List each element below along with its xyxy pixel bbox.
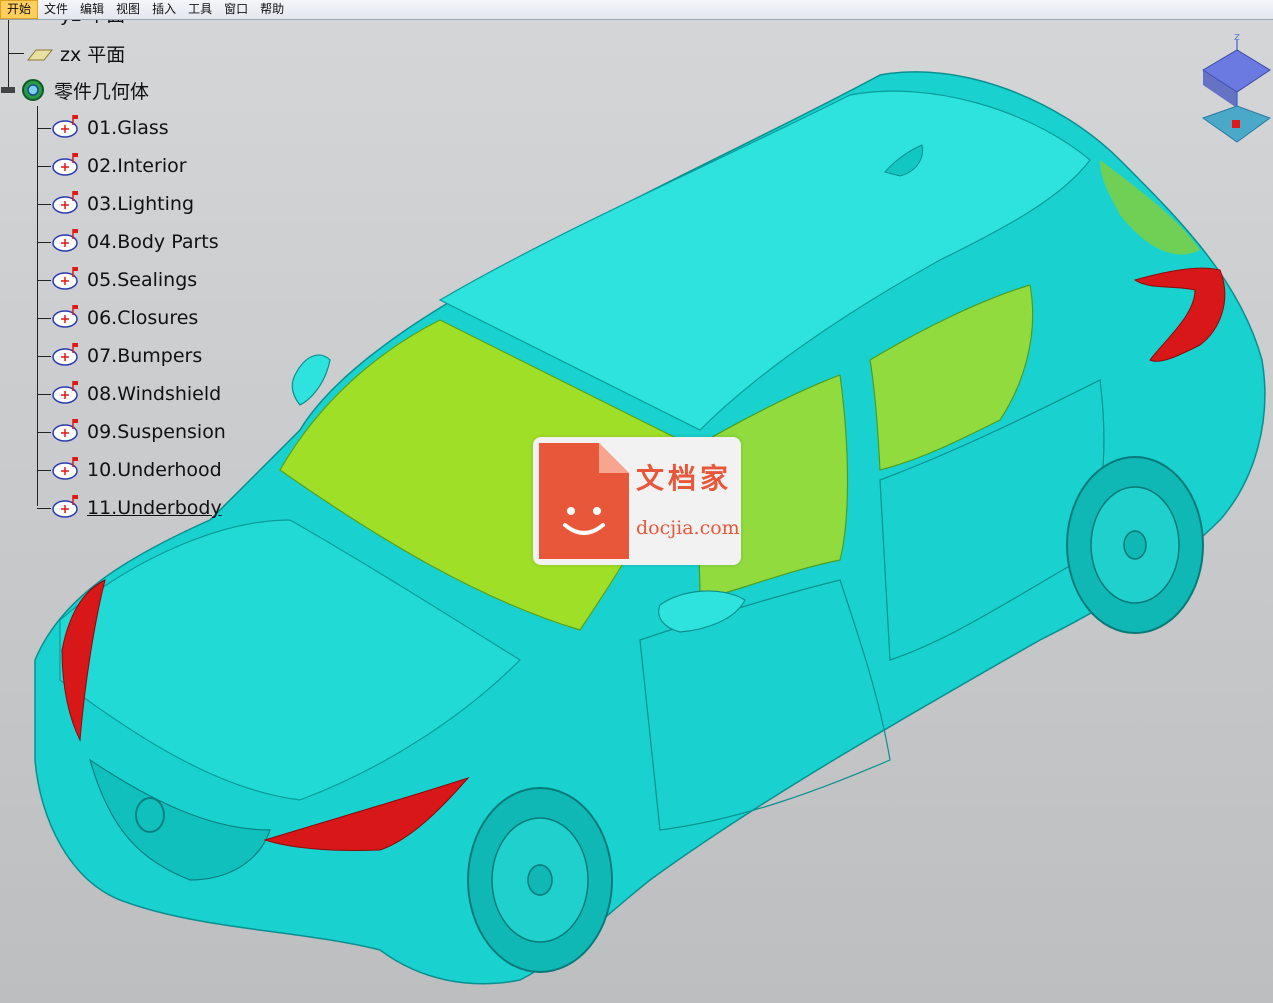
tree-item-label: 03.Lighting (87, 193, 195, 215)
tree-node-item[interactable]: 04.Body Parts (37, 227, 219, 257)
geometrical-set-icon (51, 417, 87, 447)
zx-plane-label: zx 平面 (60, 43, 126, 66)
geometrical-set-icon (51, 455, 87, 485)
geometrical-set-icon (51, 341, 87, 371)
geometrical-set-icon (51, 493, 87, 523)
tree-item-label: 05.Sealings (87, 269, 198, 291)
tree-node-part-body[interactable]: 零件几何体 (0, 75, 149, 105)
tree-node-item[interactable]: 08.Windshield (37, 379, 221, 409)
geometrical-set-icon (51, 189, 87, 219)
tree-node-item[interactable]: 10.Underhood (37, 455, 222, 485)
watermark: 文档家 docjia.com (533, 437, 741, 565)
tree-item-label: 11.Underbody (87, 497, 222, 519)
geometrical-set-icon (51, 303, 87, 333)
menu-item[interactable]: 工具 (182, 0, 218, 19)
tree-connector (37, 393, 51, 395)
tree-connector (37, 127, 51, 129)
tree-connector (37, 469, 51, 471)
tree-item-label: 08.Windshield (87, 383, 222, 405)
collapse-icon[interactable] (0, 84, 18, 96)
menu-bar: 开始 文件 编辑 视图 插入 工具 窗口 帮助 (0, 0, 1273, 20)
menu-item[interactable]: 视图 (110, 0, 146, 19)
menu-item[interactable]: 编辑 (74, 0, 110, 19)
geometrical-set-icon (51, 265, 87, 295)
tree-connector (8, 52, 24, 54)
watermark-title: 文档家 (636, 462, 733, 495)
tree-node-item[interactable]: 11.Underbody (37, 493, 222, 523)
rear-wheel (1066, 456, 1204, 634)
menu-item[interactable]: 开始 (0, 0, 39, 19)
tree-item-label: 01.Glass (87, 117, 169, 139)
tree-connector (37, 203, 51, 205)
menu-item[interactable]: 帮助 (254, 0, 290, 19)
tree-item-label: 10.Underhood (87, 459, 222, 481)
view-compass[interactable]: z (1198, 30, 1273, 150)
tree-item-label: 02.Interior (87, 155, 187, 177)
tree-connector (37, 317, 51, 319)
tree-connector (37, 507, 51, 509)
menu-item[interactable]: 插入 (146, 0, 182, 19)
part-body-gear-icon (22, 79, 44, 101)
tree-item-label: 07.Bumpers (87, 345, 203, 367)
tree-node-zx-plane[interactable]: zx 平面 (8, 38, 125, 68)
tree-node-item[interactable]: 01.Glass (37, 113, 169, 143)
tree-node-item[interactable]: 03.Lighting (37, 189, 194, 219)
tree-connector (37, 355, 51, 357)
geometrical-set-icon (51, 151, 87, 181)
tree-item-label: 06.Closures (87, 307, 199, 329)
tree-connector (37, 279, 51, 281)
part-body-label: 零件几何体 (54, 80, 150, 103)
specification-tree: yz 平面 zx 平面 零件几何体 01.Glass02.Interior03.… (0, 4, 260, 523)
tree-node-item[interactable]: 06.Closures (37, 303, 198, 333)
geometrical-set-icon (51, 379, 87, 409)
watermark-domain: docjia.com (636, 517, 740, 539)
plane-icon (26, 49, 54, 61)
geometrical-set-icon (51, 113, 87, 143)
geometrical-set-icon (51, 227, 87, 257)
tree-connector (37, 241, 51, 243)
tree-connector (37, 431, 51, 433)
menu-item[interactable]: 文件 (38, 0, 74, 19)
compass-z-label: z (1234, 30, 1240, 43)
tree-item-label: 04.Body Parts (87, 231, 219, 253)
tree-node-item[interactable]: 07.Bumpers (37, 341, 202, 371)
tree-item-label: 09.Suspension (87, 421, 226, 443)
document-icon (539, 443, 629, 559)
tree-node-item[interactable]: 05.Sealings (37, 265, 197, 295)
tree-node-item[interactable]: 02.Interior (37, 151, 187, 181)
tree-node-item[interactable]: 09.Suspension (37, 417, 226, 447)
front-wheel (467, 787, 613, 973)
tree-connector (37, 165, 51, 167)
menu-item[interactable]: 窗口 (218, 0, 254, 19)
